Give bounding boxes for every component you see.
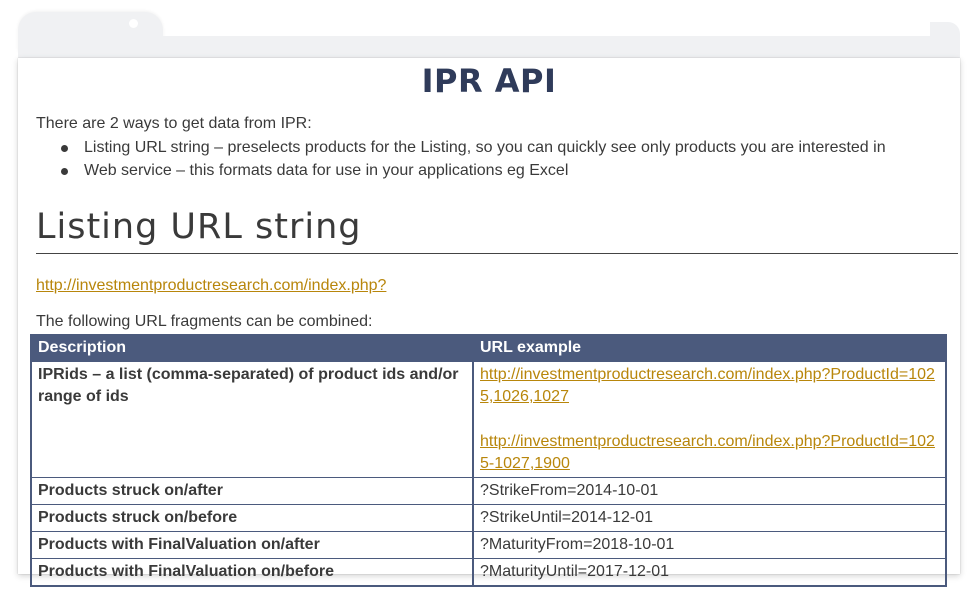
base-url-link[interactable]: http://investmentproductresearch.com/ind… [36, 277, 386, 295]
section-heading: Listing URL string [36, 207, 362, 247]
table-row: Products with FinalValuation on/before ?… [30, 558, 947, 587]
table-row: Products struck on/before ?StrikeUntil=2… [30, 504, 947, 532]
intro-text: There are 2 ways to get data from IPR: [36, 115, 312, 132]
example-link-range[interactable]: http://investmentproductresearch.com/ind… [480, 431, 939, 475]
table-row: Products struck on/after ?StrikeFrom=201… [30, 477, 947, 505]
row-url-examples: http://investmentproductresearch.com/ind… [472, 361, 947, 478]
ways-list: Listing URL string – preselects products… [58, 138, 886, 184]
example-link-list[interactable]: http://investmentproductresearch.com/ind… [480, 364, 939, 408]
row-description: IPRids – a list (comma-separated) of pro… [30, 361, 474, 478]
row-url-example: ?MaturityFrom=2018-10-01 [472, 531, 947, 559]
row-description: Products struck on/after [30, 477, 474, 505]
page: IPR API There are 2 ways to get data fro… [0, 0, 978, 600]
row-url-example: ?StrikeFrom=2014-10-01 [472, 477, 947, 505]
row-description: Products with FinalValuation on/after [30, 531, 474, 559]
table-row: Products with FinalValuation on/after ?M… [30, 531, 947, 559]
row-description: Products struck on/before [30, 504, 474, 532]
page-title: IPR API [421, 62, 557, 100]
row-url-example: ?MaturityUntil=2017-12-01 [472, 558, 947, 587]
fragments-text: The following URL fragments can be combi… [36, 313, 373, 330]
url-fragments-table: Description URL example IPRids – a list … [30, 334, 947, 587]
column-header-description: Description [30, 334, 474, 362]
list-item: Web service – this formats data for use … [58, 161, 886, 184]
column-header-url-example: URL example [472, 334, 947, 362]
table-row: IPRids – a list (comma-separated) of pro… [30, 361, 947, 478]
folder-hole-icon [129, 19, 138, 28]
row-description: Products with FinalValuation on/before [30, 558, 474, 587]
list-item: Listing URL string – preselects products… [58, 138, 886, 161]
row-url-example: ?StrikeUntil=2014-12-01 [472, 504, 947, 532]
section-divider [36, 253, 958, 254]
folder-strip [18, 36, 960, 60]
table-header-row: Description URL example [30, 334, 947, 362]
